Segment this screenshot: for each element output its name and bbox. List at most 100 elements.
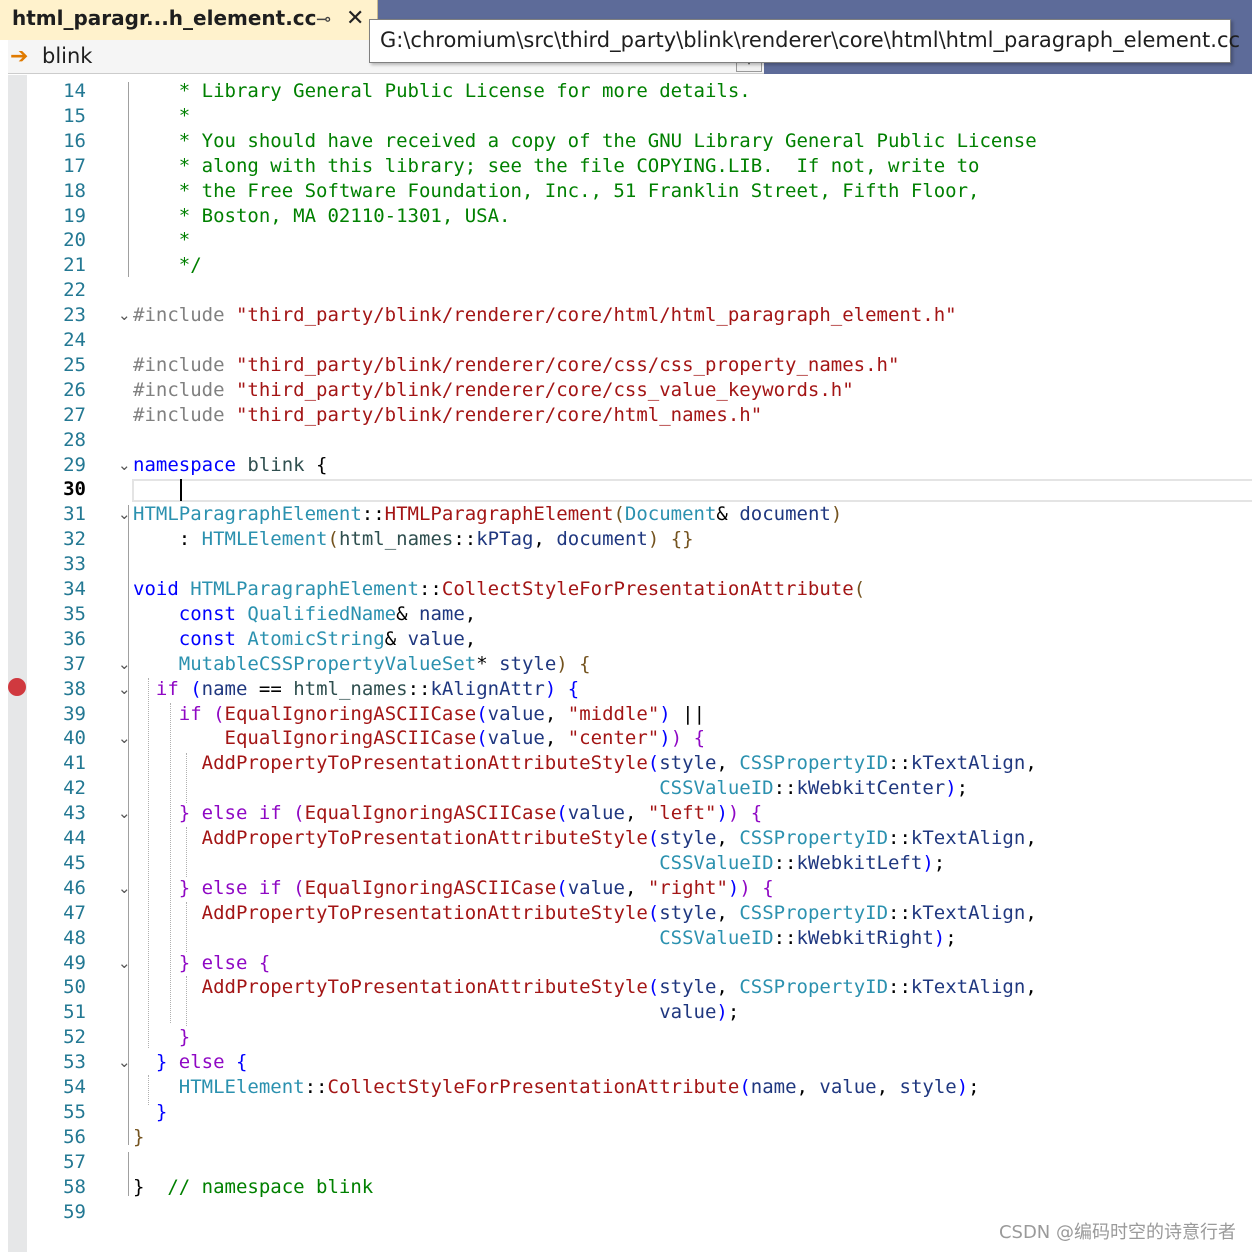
fold-chevron-icon[interactable]: ⌄	[118, 453, 131, 478]
code-line[interactable]: 56}	[27, 1125, 1252, 1150]
code-text[interactable]: namespace blink {	[133, 453, 327, 478]
code-line[interactable]: 20 *	[27, 228, 1252, 253]
code-line[interactable]: 39 if (EqualIgnoringASCIICase(value, "mi…	[27, 702, 1252, 727]
code-text[interactable]: } else if (EqualIgnoringASCIICase(value,…	[133, 876, 774, 901]
code-text[interactable]: #include "third_party/blink/renderer/cor…	[133, 403, 762, 428]
code-text[interactable]: * the Free Software Foundation, Inc., 51…	[133, 179, 980, 204]
code-text[interactable]: * Boston, MA 02110-1301, USA.	[133, 204, 511, 229]
code-text[interactable]: #include "third_party/blink/renderer/cor…	[133, 303, 957, 328]
code-text[interactable]: MutableCSSPropertyValueSet* style) {	[133, 652, 591, 677]
code-text[interactable]: EqualIgnoringASCIICase(value, "center"))…	[133, 726, 706, 751]
code-line[interactable]: 35 const QualifiedName& name,	[27, 602, 1252, 627]
code-line[interactable]: 48 CSSValueID::kWebkitRight);	[27, 926, 1252, 951]
code-text[interactable]: */	[133, 253, 202, 278]
code-line[interactable]: 44 AddPropertyToPresentationAttributeSty…	[27, 826, 1252, 851]
code-line[interactable]: 36 const AtomicString& value,	[27, 627, 1252, 652]
code-line[interactable]: 27 #include "third_party/blink/renderer/c…	[27, 403, 1252, 428]
code-text[interactable]: AddPropertyToPresentationAttributeStyle(…	[133, 975, 1037, 1000]
code-line[interactable]: 40 ⌄ EqualIgnoringASCIICase(value, "cente…	[27, 726, 1252, 751]
code-line[interactable]: 34 void HTMLParagraphElement::CollectStyl…	[27, 577, 1252, 602]
code-text[interactable]: if (name == html_names::kAlignAttr) {	[133, 677, 579, 702]
code-line[interactable]: 45 CSSValueID::kWebkitLeft);	[27, 851, 1252, 876]
code-text[interactable]: * Library General Public License for mor…	[133, 79, 751, 104]
code-line[interactable]: 53 ⌄ } else {	[27, 1050, 1252, 1075]
code-text[interactable]: HTMLParagraphElement::HTMLParagraphEleme…	[133, 502, 842, 527]
code-line[interactable]: 15 *	[27, 104, 1252, 129]
code-text[interactable]: *	[133, 104, 190, 129]
tab-title[interactable]: html_paragr...h_element.cc	[12, 6, 317, 30]
code-line[interactable]: 41 AddPropertyToPresentationAttributeSty…	[27, 751, 1252, 776]
code-line[interactable]: 31 ⌄ HTMLParagraphElement::HTMLParagraphEl…	[27, 502, 1252, 527]
code-line[interactable]: 24	[27, 328, 1252, 353]
code-line[interactable]: 29 ⌄ namespace blink {	[27, 453, 1252, 478]
code-line[interactable]: 32 : HTMLElement(html_names::kPTag, docu…	[27, 527, 1252, 552]
pin-icon[interactable]: ⊸	[316, 9, 331, 30]
code-text[interactable]: #include "third_party/blink/renderer/cor…	[133, 353, 899, 378]
code-text[interactable]: AddPropertyToPresentationAttributeStyle(…	[133, 901, 1037, 926]
code-line[interactable]: 25 #include "third_party/blink/renderer/c…	[27, 353, 1252, 378]
close-icon[interactable]: ✕	[346, 6, 364, 31]
code-text[interactable]: } else {	[133, 1050, 248, 1075]
scope-dropdown[interactable]: blink	[42, 44, 92, 68]
code-text[interactable]: } // namespace blink	[133, 1175, 373, 1200]
code-line[interactable]: 46 ⌄ } else if (EqualIgnoringASCIICase(va…	[27, 876, 1252, 901]
code-line[interactable]: 54 HTMLElement::CollectStyleForPresentat…	[27, 1075, 1252, 1100]
code-line[interactable]: 58} // namespace blink	[27, 1175, 1252, 1200]
code-text[interactable]: CSSValueID::kWebkitLeft);	[133, 851, 945, 876]
line-number: 33	[63, 553, 86, 576]
code-text[interactable]: } else {	[133, 951, 271, 976]
code-text[interactable]: }	[133, 1025, 190, 1050]
code-line[interactable]: 26 #include "third_party/blink/renderer/c…	[27, 378, 1252, 403]
document-tab[interactable]: html_paragr...h_element.cc ⊸ ✕	[0, 0, 378, 40]
code-line[interactable]: 37 ⌄ MutableCSSPropertyValueSet* style) {	[27, 652, 1252, 677]
code-token: CSSPropertyID	[739, 901, 889, 924]
code-token: }	[155, 1051, 179, 1074]
code-text[interactable]: AddPropertyToPresentationAttributeStyle(…	[133, 826, 1037, 851]
code-line[interactable]: 42 CSSValueID::kWebkitCenter);	[27, 776, 1252, 801]
fold-chevron-icon[interactable]: ⌄	[118, 303, 131, 328]
code-line[interactable]: 55 }	[27, 1100, 1252, 1125]
code-text[interactable]: if (EqualIgnoringASCIICase(value, "middl…	[133, 702, 705, 727]
code-line[interactable]: 38 ⌄ if (name == html_names::kAlignAttr) …	[27, 677, 1252, 702]
code-text[interactable]: HTMLElement::CollectStyleForPresentation…	[133, 1075, 980, 1100]
code-line[interactable]: 28	[27, 428, 1252, 453]
code-line[interactable]: 33	[27, 552, 1252, 577]
code-line[interactable]: 52 }	[27, 1025, 1252, 1050]
code-line[interactable]: 21 */	[27, 253, 1252, 278]
code-line[interactable]: 17 * along with this library; see the fi…	[27, 154, 1252, 179]
code-text[interactable]: *	[133, 228, 190, 253]
breakpoint-icon[interactable]	[8, 678, 26, 696]
code-line[interactable]: 57	[27, 1150, 1252, 1175]
code-line[interactable]: 22	[27, 278, 1252, 303]
code-line[interactable]: 16 * You should have received a copy of …	[27, 129, 1252, 154]
code-text[interactable]: CSSValueID::kWebkitRight);	[133, 926, 956, 951]
code-text[interactable]: }	[133, 1100, 167, 1125]
indicator-margin[interactable]	[8, 75, 27, 1252]
code-text[interactable]: : HTMLElement(html_names::kPTag, documen…	[133, 527, 694, 552]
code-text[interactable]: AddPropertyToPresentationAttributeStyle(…	[133, 751, 1037, 776]
code-text[interactable]: * You should have received a copy of the…	[133, 129, 1037, 154]
code-token: )	[830, 503, 843, 526]
code-editor[interactable]: 14 * Library General Public License for …	[27, 75, 1252, 1252]
code-text[interactable]: const AtomicString& value,	[133, 627, 476, 652]
code-line[interactable]: 43 ⌄ } else if (EqualIgnoringASCIICase(va…	[27, 801, 1252, 826]
code-text[interactable]: * along with this library; see the file …	[133, 154, 980, 179]
code-text[interactable]: void HTMLParagraphElement::CollectStyleF…	[133, 577, 865, 602]
code-token: (	[213, 702, 225, 725]
code-text[interactable]: } else if (EqualIgnoringASCIICase(value,…	[133, 801, 762, 826]
code-text[interactable]: const QualifiedName& name,	[133, 602, 476, 627]
code-text[interactable]: }	[133, 1125, 144, 1150]
code-line[interactable]: 49 ⌄ } else {	[27, 951, 1252, 976]
line-number: 36	[63, 627, 86, 650]
code-line[interactable]: 23 ⌄ #include "third_party/blink/renderer/…	[27, 303, 1252, 328]
code-line[interactable]: 50 AddPropertyToPresentationAttributeSty…	[27, 975, 1252, 1000]
code-line[interactable]: 47 AddPropertyToPresentationAttributeSty…	[27, 901, 1252, 926]
code-text[interactable]: value);	[133, 1000, 739, 1025]
code-line[interactable]: 14 * Library General Public License for …	[27, 79, 1252, 104]
code-token: *	[476, 652, 500, 675]
code-line[interactable]: 51 value);	[27, 1000, 1252, 1025]
code-line[interactable]: 19 * Boston, MA 02110-1301, USA.	[27, 204, 1252, 229]
code-text[interactable]: CSSValueID::kWebkitCenter);	[133, 776, 968, 801]
code-text[interactable]: #include "third_party/blink/renderer/cor…	[133, 378, 854, 403]
code-line[interactable]: 18 * the Free Software Foundation, Inc.,…	[27, 179, 1252, 204]
